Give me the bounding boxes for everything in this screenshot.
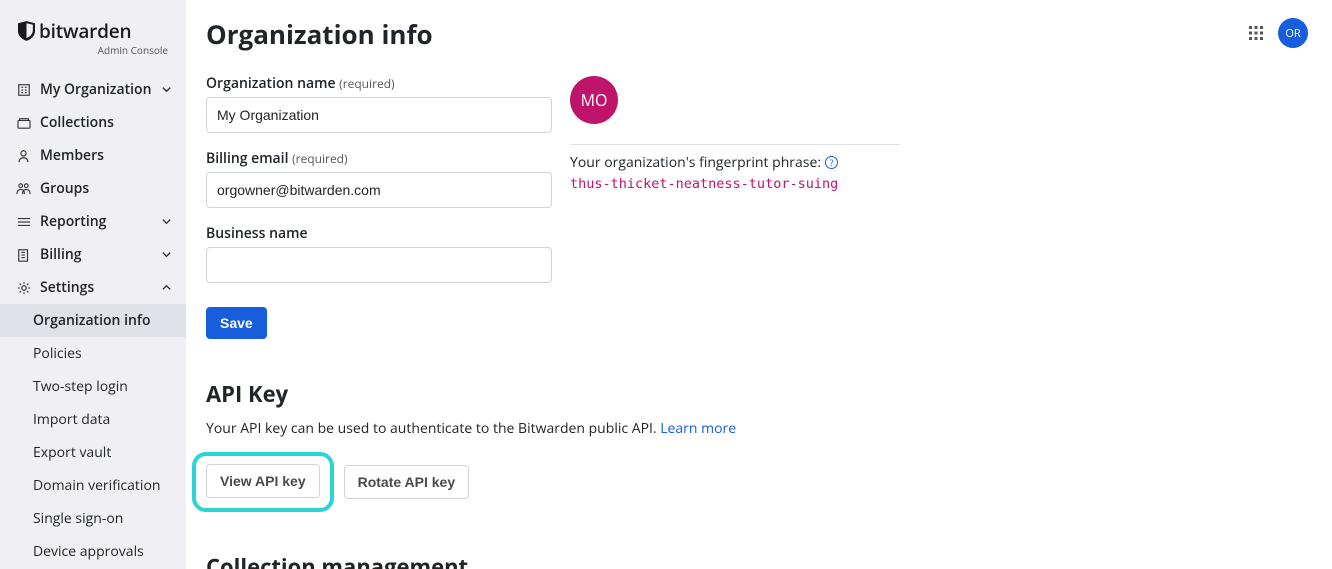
brand-name: bitwarden [39, 18, 131, 44]
settings-subnav: Organization info Policies Two-step logi… [0, 304, 186, 568]
fingerprint-phrase: thus-thicket-neatness-tutor-suing [570, 176, 900, 192]
brand-block: bitwarden Admin Console [0, 18, 186, 67]
apps-grid-icon[interactable] [1248, 25, 1264, 41]
reporting-icon [16, 216, 31, 228]
building-icon [16, 83, 31, 97]
gear-icon [16, 281, 31, 295]
sidebar-item-label: Reporting [40, 212, 106, 231]
api-key-buttons: View API key Rotate API key [206, 452, 1312, 512]
collections-icon [16, 117, 31, 129]
billing-email-label: Billing email (required) [206, 149, 552, 168]
save-button[interactable]: Save [206, 307, 267, 339]
sidebar-item-my-organization[interactable]: My Organization [0, 73, 186, 106]
chevron-down-icon [161, 249, 172, 260]
sidebar-item-members[interactable]: Members [0, 139, 186, 172]
sidebar-item-label: My Organization [40, 80, 151, 99]
billing-icon [16, 248, 31, 262]
sidebar-sub-import-data[interactable]: Import data [0, 403, 186, 436]
sidebar-sub-single-sign-on[interactable]: Single sign-on [0, 502, 186, 535]
page-title: Organization info [206, 16, 1312, 52]
chevron-up-icon [161, 282, 172, 293]
org-name-label: Organization name (required) [206, 74, 552, 93]
org-info-form: Organization name (required) Billing ema… [206, 74, 1312, 339]
chevron-down-icon [161, 84, 172, 95]
api-key-heading: API Key [206, 379, 1312, 409]
sidebar-nav: My Organization Collections Members Grou… [0, 73, 186, 568]
sidebar-item-label: Collections [40, 113, 114, 132]
brand-logo[interactable]: bitwarden [18, 18, 170, 44]
member-icon [16, 149, 31, 163]
sidebar-sub-organization-info[interactable]: Organization info [0, 304, 186, 337]
help-icon[interactable]: ? [825, 156, 838, 169]
sidebar-item-label: Members [40, 146, 104, 165]
api-key-description: Your API key can be used to authenticate… [206, 419, 1312, 438]
billing-email-field-group: Billing email (required) [206, 149, 552, 208]
fingerprint-label: Your organization's fingerprint phrase: … [570, 153, 900, 172]
divider [570, 144, 900, 145]
sidebar: bitwarden Admin Console My Organization … [0, 0, 186, 569]
business-name-label: Business name [206, 224, 552, 243]
business-name-field-group: Business name [206, 224, 552, 283]
org-name-input[interactable] [206, 97, 552, 133]
sidebar-sub-two-step-login[interactable]: Two-step login [0, 370, 186, 403]
sidebar-sub-export-vault[interactable]: Export vault [0, 436, 186, 469]
chevron-down-icon [161, 216, 172, 227]
shield-icon [18, 21, 35, 41]
highlight-ring: View API key [192, 452, 334, 512]
view-api-key-button[interactable]: View API key [206, 464, 320, 498]
api-learn-more-link[interactable]: Learn more [660, 419, 736, 438]
org-name-field-group: Organization name (required) [206, 74, 552, 133]
sidebar-item-groups[interactable]: Groups [0, 172, 186, 205]
sidebar-item-label: Settings [40, 278, 94, 297]
sidebar-item-reporting[interactable]: Reporting [0, 205, 186, 238]
sidebar-sub-policies[interactable]: Policies [0, 337, 186, 370]
sidebar-item-label: Billing [40, 245, 82, 264]
brand-subtitle: Admin Console [18, 43, 170, 57]
main-content: OR Organization info Organization name (… [186, 0, 1332, 569]
sidebar-sub-domain-verification[interactable]: Domain verification [0, 469, 186, 502]
rotate-api-key-button[interactable]: Rotate API key [344, 465, 470, 499]
sidebar-sub-device-approvals[interactable]: Device approvals [0, 535, 186, 568]
org-avatar[interactable]: MO [570, 76, 618, 124]
sidebar-item-settings[interactable]: Settings [0, 271, 186, 304]
topbar: OR [1248, 18, 1308, 48]
billing-email-input[interactable] [206, 172, 552, 208]
sidebar-item-collections[interactable]: Collections [0, 106, 186, 139]
groups-icon [16, 182, 31, 195]
sidebar-item-label: Groups [40, 179, 89, 198]
user-avatar[interactable]: OR [1278, 18, 1308, 48]
collection-management-heading: Collection management [206, 552, 1312, 569]
sidebar-item-billing[interactable]: Billing [0, 238, 186, 271]
business-name-input[interactable] [206, 247, 552, 283]
